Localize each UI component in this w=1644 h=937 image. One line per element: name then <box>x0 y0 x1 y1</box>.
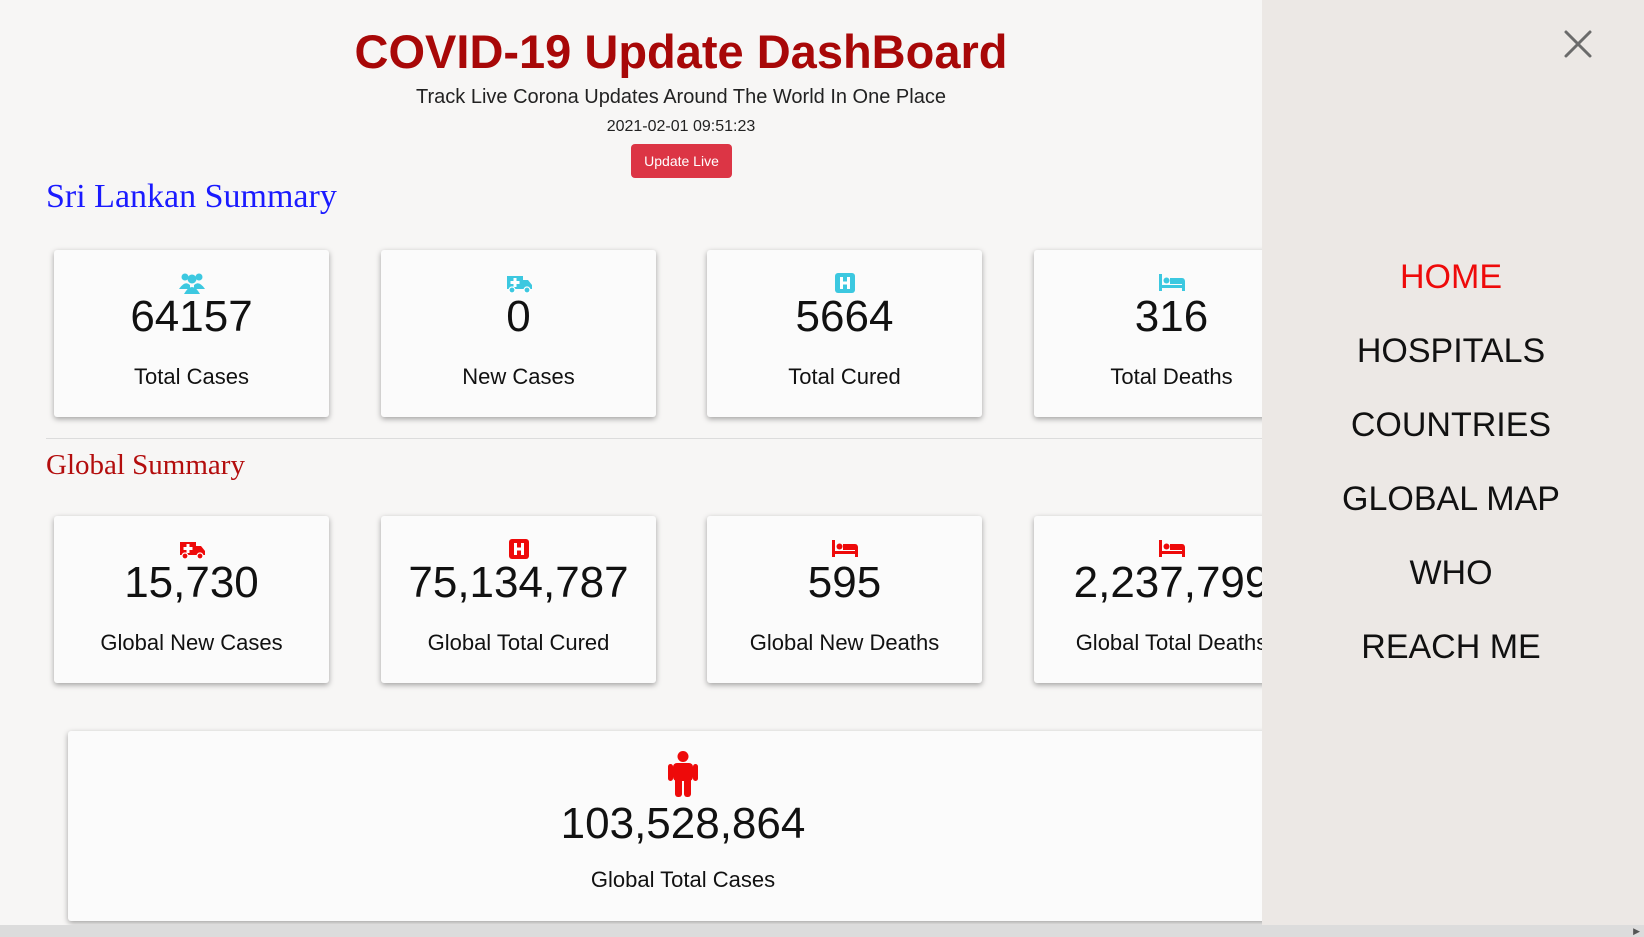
nav-item-hospitals[interactable]: HOSPITALS <box>1262 332 1640 371</box>
sl-total-deaths-value: 316 <box>1134 292 1209 341</box>
global-total-cured-label: Global Total Cured <box>427 630 610 655</box>
sl-total-deaths-label: Total Deaths <box>1110 364 1233 389</box>
sl-new-cases-label: New Cases <box>462 364 575 389</box>
global-new-cases-label: Global New Cases <box>100 630 283 655</box>
person-icon <box>668 751 698 797</box>
sl-total-cured-label: Total Cured <box>788 364 901 389</box>
global-total-cured-value: 75,134,787 <box>408 558 629 607</box>
nav-item-global-map[interactable]: GLOBAL MAP <box>1262 480 1640 519</box>
side-nav: HOME HOSPITALS COUNTRIES GLOBAL MAP WHO … <box>1262 0 1644 925</box>
sl-total-cured-card: 5664 Total Cured <box>707 250 982 417</box>
global-total-deaths-value: 2,237,799 <box>1073 558 1262 607</box>
global-new-deaths-card: 595 Global New Deaths <box>707 516 982 683</box>
global-new-cases-card: 15,730 Global New Cases <box>54 516 329 683</box>
dashboard-main: COVID-19 Update DashBoard Track Live Cor… <box>0 0 1262 937</box>
nav-item-home[interactable]: HOME <box>1262 258 1640 297</box>
page-subtitle: Track Live Corona Updates Around The Wor… <box>416 86 946 108</box>
scroll-right-arrow-icon[interactable]: ▶ <box>1633 926 1640 937</box>
global-total-deaths-card: 2,237,799 Global Total Deaths <box>1034 516 1262 683</box>
sl-total-cases-label: Total Cases <box>134 364 249 389</box>
nav-item-who[interactable]: WHO <box>1262 554 1640 593</box>
global-total-cases-value: 103,528,864 <box>560 799 806 848</box>
global-total-cured-card: 75,134,787 Global Total Cured <box>381 516 656 683</box>
horizontal-scrollbar[interactable]: ▶ <box>0 925 1644 937</box>
section-divider <box>46 438 1262 439</box>
global-total-cases-label: Global Total Cases <box>590 867 776 892</box>
global-summary-heading: Global Summary <box>46 449 245 481</box>
sl-total-deaths-card: 316 Total Deaths <box>1034 250 1262 417</box>
global-new-deaths-label: Global New Deaths <box>749 630 940 655</box>
nav-item-countries[interactable]: COUNTRIES <box>1262 406 1640 445</box>
sl-total-cured-value: 5664 <box>795 292 894 341</box>
global-new-cases-value: 15,730 <box>124 558 259 607</box>
update-live-button[interactable]: Update Live <box>631 144 732 178</box>
close-icon[interactable] <box>1562 28 1594 60</box>
sl-new-cases-card: 0 New Cases <box>381 250 656 417</box>
update-timestamp: 2021-02-01 09:51:23 <box>606 118 756 135</box>
sl-total-cases-card: 64157 Total Cases <box>54 250 329 417</box>
global-total-deaths-label: Global Total Deaths <box>1075 630 1262 655</box>
nav-item-reach-me[interactable]: REACH ME <box>1262 628 1640 667</box>
global-new-deaths-value: 595 <box>807 558 882 607</box>
sl-total-cases-value: 64157 <box>130 292 253 341</box>
sl-new-cases-value: 0 <box>506 292 531 341</box>
sri-lankan-summary-heading: Sri Lankan Summary <box>46 178 337 215</box>
global-total-cases-card: 103,528,864 Global Total Cases <box>68 731 1262 921</box>
page-title: COVID-19 Update DashBoard <box>354 25 1008 78</box>
